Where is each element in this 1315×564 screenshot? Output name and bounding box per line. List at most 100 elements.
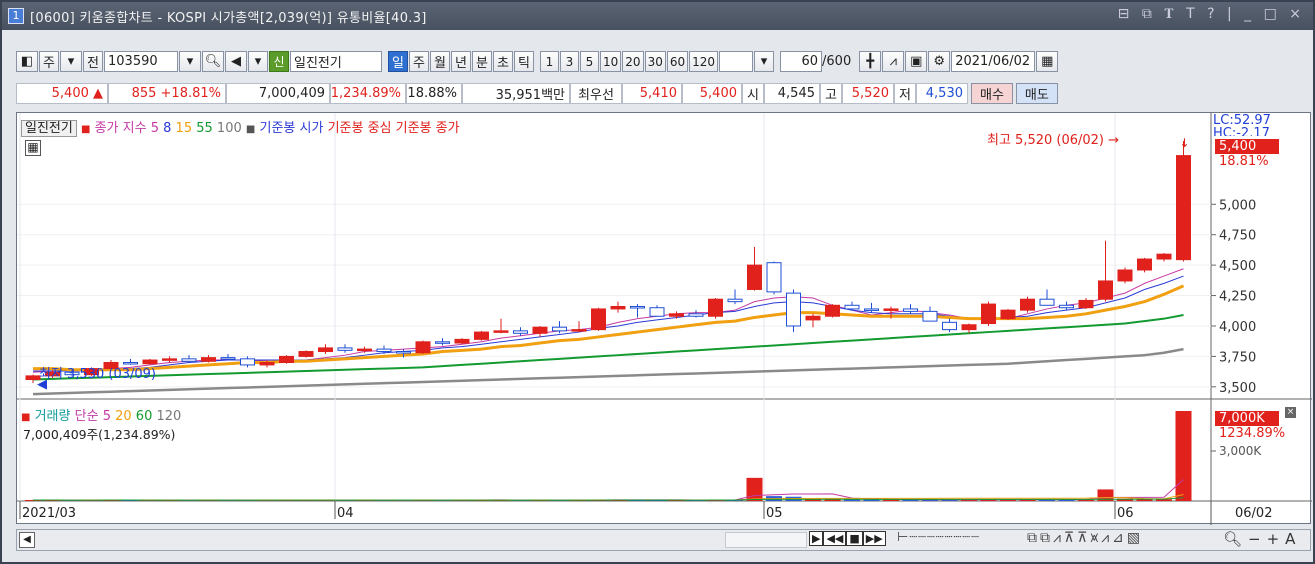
window-number[interactable]: 1 [8, 8, 24, 24]
line-draw-icon[interactable]: ⩘ [882, 51, 905, 72]
candle-body [474, 331, 489, 340]
period-month-button[interactable]: 월 [430, 51, 450, 72]
candle-body [766, 262, 782, 293]
low-price: 4,530 [916, 83, 968, 104]
candle-body [454, 338, 470, 344]
speaker-icon[interactable]: ◀︎ [225, 51, 247, 72]
panel-toggle-icon[interactable]: ◧ [16, 51, 38, 72]
open-label: 시 [742, 83, 764, 104]
period-tick-button[interactable]: 틱 [514, 51, 534, 72]
all-button[interactable]: 전 [83, 51, 103, 72]
chart-svg[interactable]: 5,000 4,750 4,500 4,250 4,000 3,750 3,500 3,000… [17, 113, 1312, 525]
scroll-thumb[interactable] [725, 532, 807, 548]
legend-vma-5: 5 [102, 409, 111, 424]
minute-20-button[interactable]: 20 [622, 51, 644, 72]
high-tick: ↓ [1180, 136, 1190, 150]
zoom-tools[interactable]: 🔍︎−+A [1223, 530, 1301, 548]
sell-button[interactable]: 매도 [1015, 83, 1058, 104]
stock-name-field[interactable]: 일진전기 [290, 51, 382, 72]
price-marker-pct: 18.81% [1219, 154, 1269, 169]
market-type-select[interactable]: 주 [39, 51, 59, 72]
buy-button[interactable]: 매수 [971, 83, 1013, 104]
search-icon[interactable]: 🔍︎ [202, 51, 224, 72]
minute-120-button[interactable]: 120 [689, 51, 719, 72]
candle-body [1137, 258, 1152, 271]
rewind-icon[interactable]: ◀◀ [823, 531, 847, 546]
table-icon[interactable]: ▦ [25, 140, 41, 156]
stop-icon[interactable]: ■ [846, 531, 863, 546]
legend-ma-15: 15 [175, 121, 193, 136]
candle-type-icon[interactable]: ╋ [859, 51, 882, 72]
candle-body [493, 330, 509, 333]
minute-3-button[interactable]: 3 [560, 51, 579, 72]
candle-body [1020, 298, 1035, 311]
chevron-down-icon[interactable]: ▾ [248, 51, 268, 72]
candle-body [396, 351, 411, 354]
minute-30-button[interactable]: 30 [644, 51, 666, 72]
date-input[interactable]: 2021/06/02 [951, 51, 1036, 72]
candle-body [1098, 280, 1113, 300]
y-tick-label: 4,750 [1219, 229, 1256, 244]
volume-value: 7,000,409 [226, 83, 330, 104]
legend-volume-name[interactable]: 거래량 [35, 409, 71, 424]
trade-amount: 35,951백만 [462, 83, 570, 104]
chart-area[interactable]: 5,000 4,750 4,500 4,250 4,000 3,750 3,500 3,000… [16, 112, 1312, 525]
candle-body [727, 298, 743, 303]
period-day-button[interactable]: 일 [388, 51, 408, 72]
turnover-value: 18.88% [406, 83, 462, 104]
chart-window: 1 [0600] 키움종합차트 - KOSPI 시가총액[2,039(억)] 유… [0, 0, 1315, 564]
candle-body [708, 298, 723, 317]
new-badge: 신 [269, 51, 289, 72]
price-marker: 5,400 [1215, 139, 1279, 154]
stock-code-input[interactable]: 103590 [104, 51, 178, 72]
hc-label: HC:-2.17 [1213, 126, 1270, 136]
period-minute-button[interactable]: 분 [472, 51, 492, 72]
scroll-left-icon[interactable]: ◀ [19, 532, 35, 548]
zoom-slider[interactable]: ⊢┈┈┈┈┈┈┈┈ [897, 530, 980, 545]
high-label: 고 [820, 83, 842, 104]
legend-stock-name[interactable]: 일진전기 [21, 120, 77, 137]
legend-vma-60: 60 [135, 409, 153, 424]
calendar-icon[interactable]: ▦ [1036, 51, 1059, 72]
candle-body [844, 304, 860, 310]
legend-volume-ma-label: 단순 [74, 409, 99, 424]
candle-body [220, 357, 236, 360]
period-week-button[interactable]: 주 [409, 51, 429, 72]
code-dropdown-icon[interactable]: ▾ [179, 51, 201, 72]
minute-1-button[interactable]: 1 [540, 51, 559, 72]
minute-60-button[interactable]: 60 [666, 51, 689, 72]
period-second-button[interactable]: 초 [493, 51, 513, 72]
count-max-label: /600 [822, 54, 852, 69]
volume-bar [1175, 411, 1192, 501]
candle-body [162, 358, 177, 361]
legend-ma-8: 8 [163, 121, 172, 136]
candle-body [259, 361, 275, 366]
candle-body [240, 358, 255, 366]
candle-body [1000, 309, 1016, 320]
gear-icon[interactable]: ⚙ [928, 51, 951, 72]
candle-body [201, 357, 216, 362]
window-controls[interactable]: ⊟ ⧉ 𝚻 T ? | _ □ × [1118, 6, 1305, 22]
y-tick-label: 3,750 [1219, 350, 1256, 365]
candle-body [1117, 269, 1133, 282]
chevron-down-icon[interactable]: ▾ [754, 51, 775, 72]
period-year-button[interactable]: 년 [451, 51, 471, 72]
custom-interval-input[interactable] [719, 51, 754, 72]
candle-body [747, 264, 762, 290]
y-tick-label: 3,500 [1219, 381, 1256, 396]
legend-ref-mid: 기준봉 중심 [327, 121, 392, 136]
candle-body [786, 292, 801, 327]
vma5-line [32, 479, 1184, 501]
quote-bar: 5,400 ▲ 855 +18.81% 7,000,409 1,234.89% … [16, 82, 1058, 105]
forward-icon[interactable]: ▶▶ [862, 531, 886, 546]
play-icon[interactable]: ▶ [809, 531, 824, 546]
candle-body [649, 307, 665, 317]
close-icon[interactable]: × [1285, 407, 1296, 418]
legend-ma-100: 100 [216, 121, 242, 136]
minute-5-button[interactable]: 5 [580, 51, 599, 72]
save-icon[interactable]: ▣ [905, 51, 928, 72]
drawing-tools[interactable]: ⧉⧉⩘⊼⊼⩙⩘⊿▧ [1027, 530, 1143, 546]
chevron-down-icon[interactable]: ▾ [60, 51, 82, 72]
minute-10-button[interactable]: 10 [600, 51, 622, 72]
count-input[interactable]: 60 [780, 51, 823, 72]
